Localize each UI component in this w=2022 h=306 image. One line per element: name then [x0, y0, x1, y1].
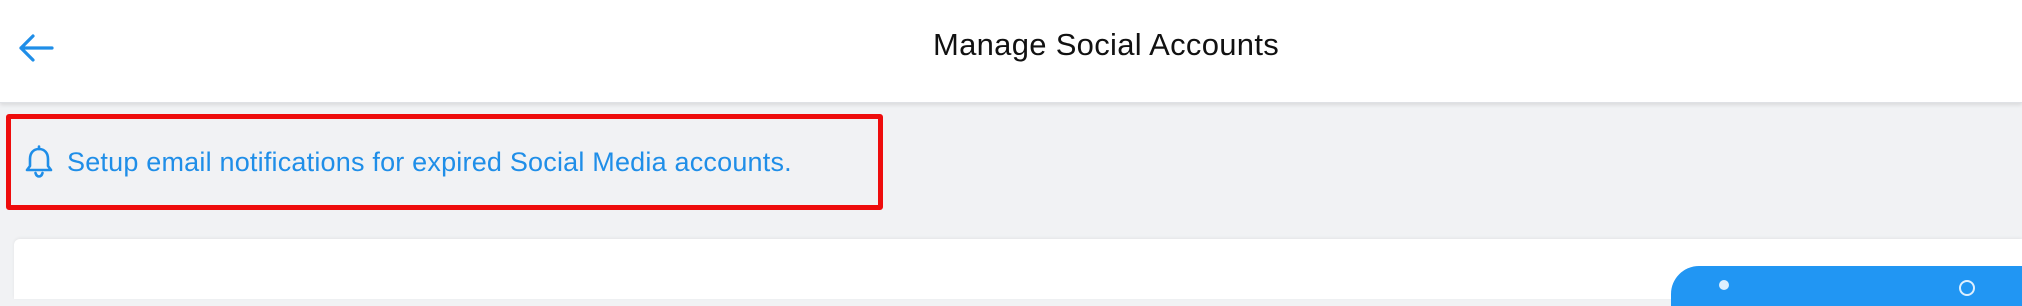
button-trailing-icon: [1959, 280, 1975, 296]
add-account-button[interactable]: [1671, 266, 2022, 306]
button-leading-icon: [1719, 280, 1729, 290]
email-notification-setup-link[interactable]: Setup email notifications for expired So…: [6, 114, 883, 210]
bell-icon: [23, 145, 57, 179]
notification-banner-text: Setup email notifications for expired So…: [67, 146, 792, 177]
top-header: Manage Social Accounts: [0, 0, 2022, 103]
page-title: Manage Social Accounts: [932, 27, 1280, 62]
